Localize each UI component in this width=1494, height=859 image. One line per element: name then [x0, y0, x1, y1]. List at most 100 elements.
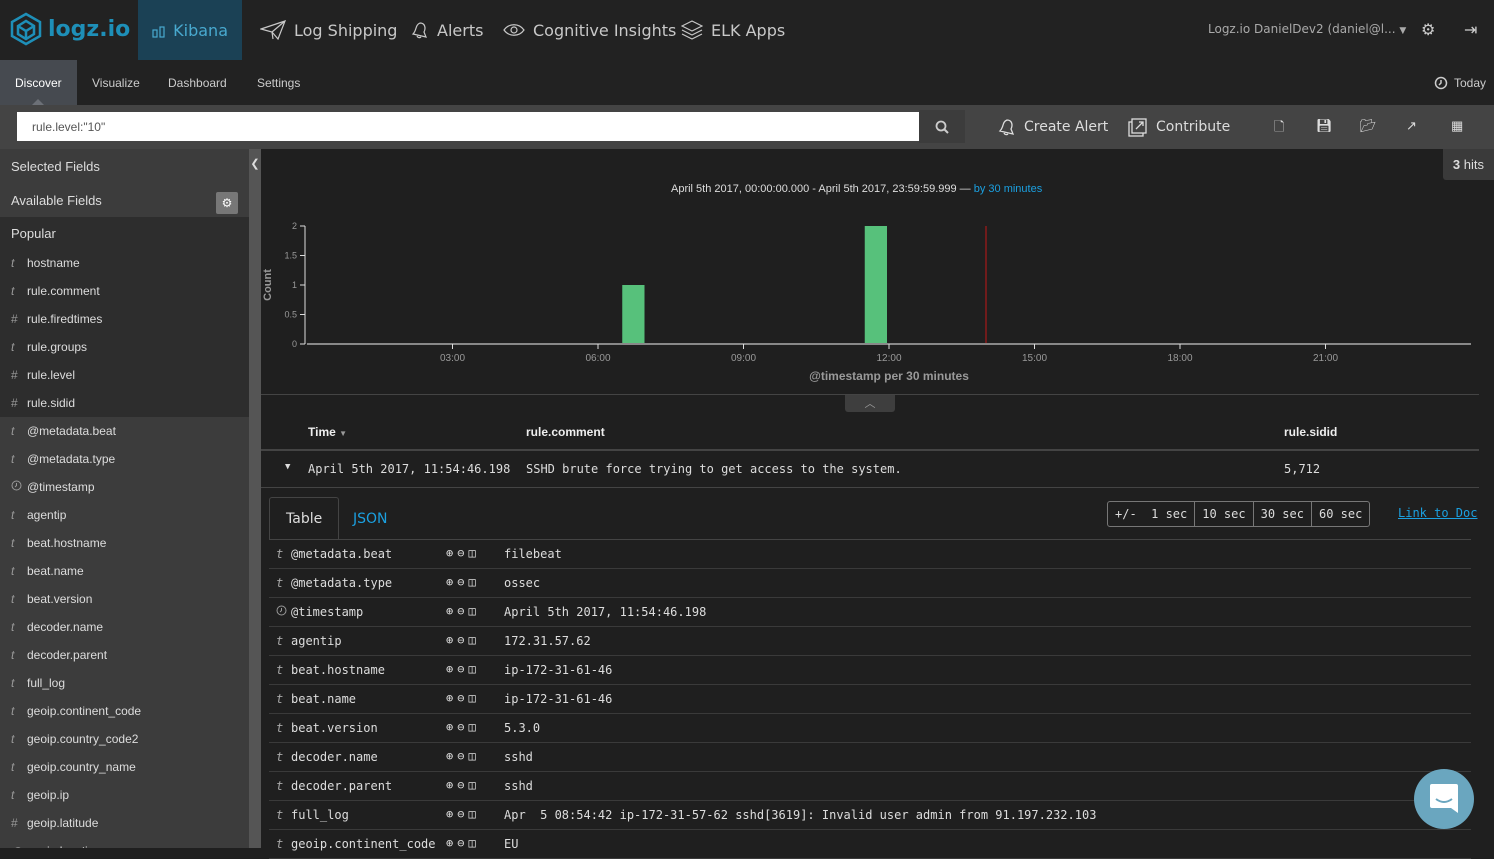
sidebar-field-item[interactable]: t beat.version	[0, 585, 249, 613]
user-menu[interactable]: Logz.io DanielDev2 (daniel@l... ▼	[1208, 22, 1406, 36]
filter-out-value-icon[interactable]: ⊖	[457, 720, 464, 734]
filter-for-value-icon[interactable]: ⊕	[446, 691, 453, 705]
sidebar-field-item[interactable]: t decoder.name	[0, 613, 249, 641]
filter-for-value-icon[interactable]: ⊕	[446, 604, 453, 618]
number-type-icon: #	[11, 396, 18, 410]
detail-field-row: t beat.name ⊕ ⊖ ◫ ip-172-31-61-46	[269, 685, 1471, 714]
string-type-icon: t	[11, 620, 15, 634]
caret-down-icon[interactable]: ▼	[285, 462, 290, 472]
filter-out-value-icon[interactable]: ⊖	[457, 778, 464, 792]
tab-visualize[interactable]: Visualize	[77, 60, 155, 105]
nav-log-shipping[interactable]: Log Shipping	[260, 0, 397, 60]
logout-icon[interactable]: ⇥	[1464, 20, 1477, 40]
tab-discover[interactable]: Discover	[0, 60, 77, 105]
tab-settings[interactable]: Settings	[242, 60, 315, 105]
sidebar-field-item[interactable]: t @metadata.type	[0, 445, 249, 473]
filter-out-value-icon[interactable]: ⊖	[457, 662, 464, 676]
create-alert-button[interactable]: Create Alert	[996, 117, 1108, 137]
filter-for-value-icon[interactable]: ⊕	[446, 749, 453, 763]
sidebar-field-item[interactable]: t beat.name	[0, 557, 249, 585]
sec-10-button[interactable]: 10 sec	[1195, 502, 1254, 526]
gear-icon[interactable]: ⚙	[1421, 20, 1435, 40]
filter-for-value-icon[interactable]: ⊕	[446, 662, 453, 676]
share-icon[interactable]: ↗	[1406, 118, 1417, 134]
sec-30-button[interactable]: 30 sec	[1254, 502, 1312, 526]
toggle-column-icon[interactable]: ◫	[468, 662, 475, 676]
toggle-column-icon[interactable]: ◫	[468, 604, 475, 618]
filter-out-value-icon[interactable]: ⊖	[457, 749, 464, 763]
nav-elk-apps[interactable]: ELK Apps	[681, 0, 785, 60]
filter-out-value-icon[interactable]: ⊖	[457, 575, 464, 589]
toggle-column-icon[interactable]: ◫	[468, 575, 475, 589]
sidebar-field-item[interactable]: t decoder.parent	[0, 641, 249, 669]
sidebar-field-item[interactable]: # rule.firedtimes	[0, 305, 249, 333]
filter-for-value-icon[interactable]: ⊕	[446, 633, 453, 647]
sidebar-field-item[interactable]: t full_log	[0, 669, 249, 697]
sidebar-field-item[interactable]: t rule.comment	[0, 277, 249, 305]
filter-for-value-icon[interactable]: ⊕	[446, 807, 453, 821]
filter-out-value-icon[interactable]: ⊖	[457, 546, 464, 560]
sidebar-field-item[interactable]: t beat.hostname	[0, 529, 249, 557]
search-button[interactable]	[919, 110, 965, 143]
sidebar-field-item[interactable]: # rule.level	[0, 361, 249, 389]
save-icon[interactable]: 💾︎	[1316, 118, 1333, 134]
nav-alerts[interactable]: Alerts	[409, 0, 483, 60]
field-settings-button[interactable]: ⚙	[216, 192, 238, 214]
sidebar-field-item[interactable]: t agentip	[0, 501, 249, 529]
filter-for-value-icon[interactable]: ⊕	[446, 575, 453, 589]
open-icon[interactable]: 📂︎	[1360, 118, 1377, 134]
string-type-icon: t	[11, 536, 15, 550]
contribute-button[interactable]: Contribute	[1128, 117, 1230, 137]
filter-out-value-icon[interactable]: ⊖	[457, 691, 464, 705]
toggle-column-icon[interactable]: ◫	[468, 633, 475, 647]
interval-link[interactable]: by 30 minutes	[974, 183, 1042, 195]
search-input[interactable]	[17, 112, 919, 141]
y-tick-label: 1.5	[284, 251, 297, 261]
sidebar-field-item[interactable]: # rule.sidid	[0, 389, 249, 417]
nav-cognitive-insights[interactable]: Cognitive Insights	[503, 0, 676, 60]
nav-kibana[interactable]: Kibana	[138, 0, 242, 60]
tab-json[interactable]: JSON	[337, 497, 404, 540]
time-picker[interactable]: Today	[1434, 76, 1486, 90]
column-header-rule-sidid[interactable]: rule.sidid	[1284, 425, 1337, 439]
column-header-time[interactable]: Time ▼	[308, 425, 347, 439]
doc-comment: SSHD brute force trying to get access to…	[526, 462, 902, 476]
toggle-column-icon[interactable]: ◫	[468, 546, 475, 560]
sec-60-button[interactable]: 60 sec	[1312, 502, 1369, 526]
tab-dashboard[interactable]: Dashboard	[153, 60, 242, 105]
sidebar-field-item[interactable]: # geoip.latitude	[0, 809, 249, 837]
sec-1-button[interactable]: +/- 1 sec	[1108, 502, 1196, 526]
toggle-column-icon[interactable]: ◫	[468, 720, 475, 734]
toggle-column-icon[interactable]: ◫	[468, 749, 475, 763]
sidebar-field-item[interactable]: t @metadata.beat	[0, 417, 249, 445]
sidebar-field-item[interactable]: t geoip.ip	[0, 781, 249, 809]
toggle-column-icon[interactable]: ◫	[468, 807, 475, 821]
sidebar-field-item[interactable]: t geoip.country_name	[0, 753, 249, 781]
filter-out-value-icon[interactable]: ⊖	[457, 633, 464, 647]
sidebar-field-item[interactable]: t rule.groups	[0, 333, 249, 361]
filter-out-value-icon[interactable]: ⊖	[457, 807, 464, 821]
document-row[interactable]: ▼ April 5th 2017, 11:54:46.198 SSHD brut…	[261, 451, 1479, 488]
sidebar-field-item[interactable]: t geoip.country_code2	[0, 725, 249, 753]
new-search-icon[interactable]: 🗋	[1274, 118, 1284, 140]
table-icon[interactable]: ▦	[1451, 118, 1463, 134]
link-to-doc[interactable]: Link to Doc	[1398, 506, 1477, 520]
filter-for-value-icon[interactable]: ⊕	[446, 546, 453, 560]
collapse-chart-button[interactable]: ︿	[845, 395, 895, 412]
toggle-column-icon[interactable]: ◫	[468, 691, 475, 705]
tab-table[interactable]: Table	[269, 497, 340, 540]
sidebar-field-item[interactable]: ◍ geoip.location	[0, 837, 249, 848]
filter-for-value-icon[interactable]: ⊕	[446, 720, 453, 734]
sidebar-field-item[interactable]: t geoip.continent_code	[0, 697, 249, 725]
chat-widget-button[interactable]	[1414, 769, 1474, 829]
toggle-column-icon[interactable]: ◫	[468, 778, 475, 792]
filter-for-value-icon[interactable]: ⊕	[446, 778, 453, 792]
sidebar-field-item[interactable]: t hostname	[0, 249, 249, 277]
logo[interactable]: logz.io	[10, 12, 130, 46]
column-header-rule-comment[interactable]: rule.comment	[526, 425, 605, 439]
logo-text: logz.io	[48, 16, 131, 42]
collapse-sidebar-button[interactable]: ❮	[249, 149, 261, 848]
filter-out-value-icon[interactable]: ⊖	[457, 604, 464, 618]
sidebar-field-item[interactable]: @timestamp	[0, 473, 249, 501]
field-name: geoip.country_code2	[27, 732, 139, 746]
